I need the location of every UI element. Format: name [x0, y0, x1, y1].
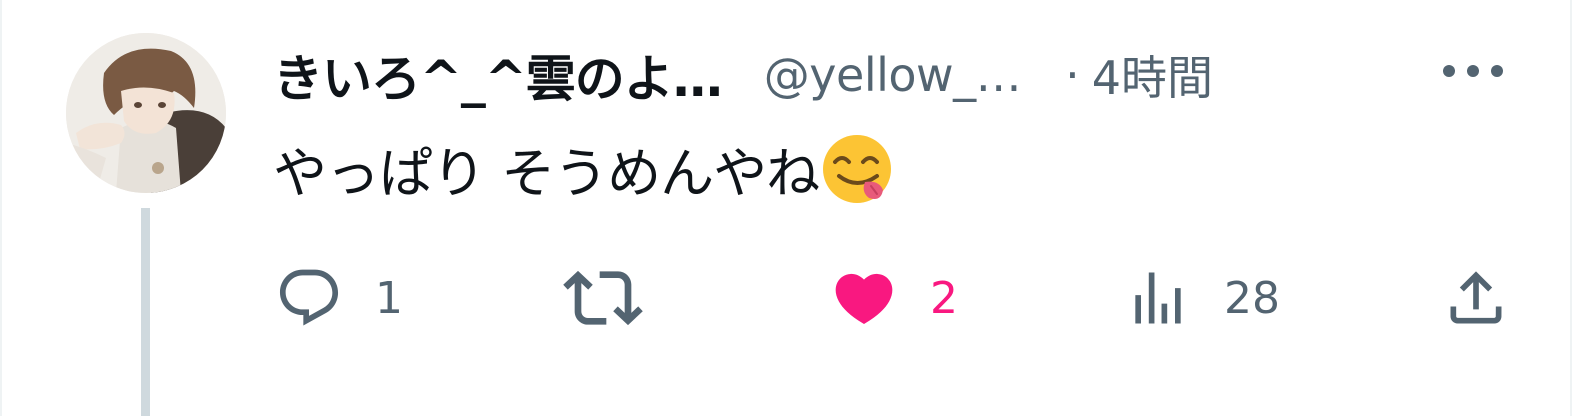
tweet-time[interactable]: 4時間 — [1092, 42, 1213, 108]
heart-icon — [835, 273, 893, 324]
face-savoring-food-emoji — [823, 135, 892, 203]
tweet-text: やっぱり そうめんやね — [273, 130, 893, 206]
avatar-image — [66, 33, 226, 193]
thread-line — [141, 208, 150, 416]
display-name[interactable]: きいろ^_^雲のよ… — [273, 39, 723, 111]
reply-count: 1 — [375, 272, 403, 324]
reply-button[interactable]: 1 — [275, 258, 403, 338]
tweet-header: きいろ^_^雲のよ… @yellow_… · 4時間 — [273, 40, 1213, 110]
reply-icon — [279, 269, 339, 326]
more-dots-icon — [1443, 65, 1503, 77]
tweet-text-content: やっぱり そうめんやね — [273, 141, 820, 205]
avatar[interactable] — [66, 33, 226, 193]
like-count: 2 — [930, 272, 958, 324]
views-button[interactable]: 28 — [1124, 258, 1280, 338]
share-icon — [1450, 271, 1502, 324]
left-border — [0, 0, 2, 416]
user-handle[interactable]: @yellow_… — [764, 48, 1022, 102]
separator-dot: · — [1065, 48, 1080, 102]
retweet-icon — [563, 270, 643, 326]
more-options-button[interactable] — [1438, 46, 1508, 96]
like-button[interactable]: 2 — [830, 258, 958, 338]
views-count: 28 — [1224, 272, 1280, 324]
share-button[interactable] — [1442, 258, 1510, 338]
views-icon — [1135, 272, 1181, 324]
retweet-button[interactable] — [563, 258, 643, 338]
